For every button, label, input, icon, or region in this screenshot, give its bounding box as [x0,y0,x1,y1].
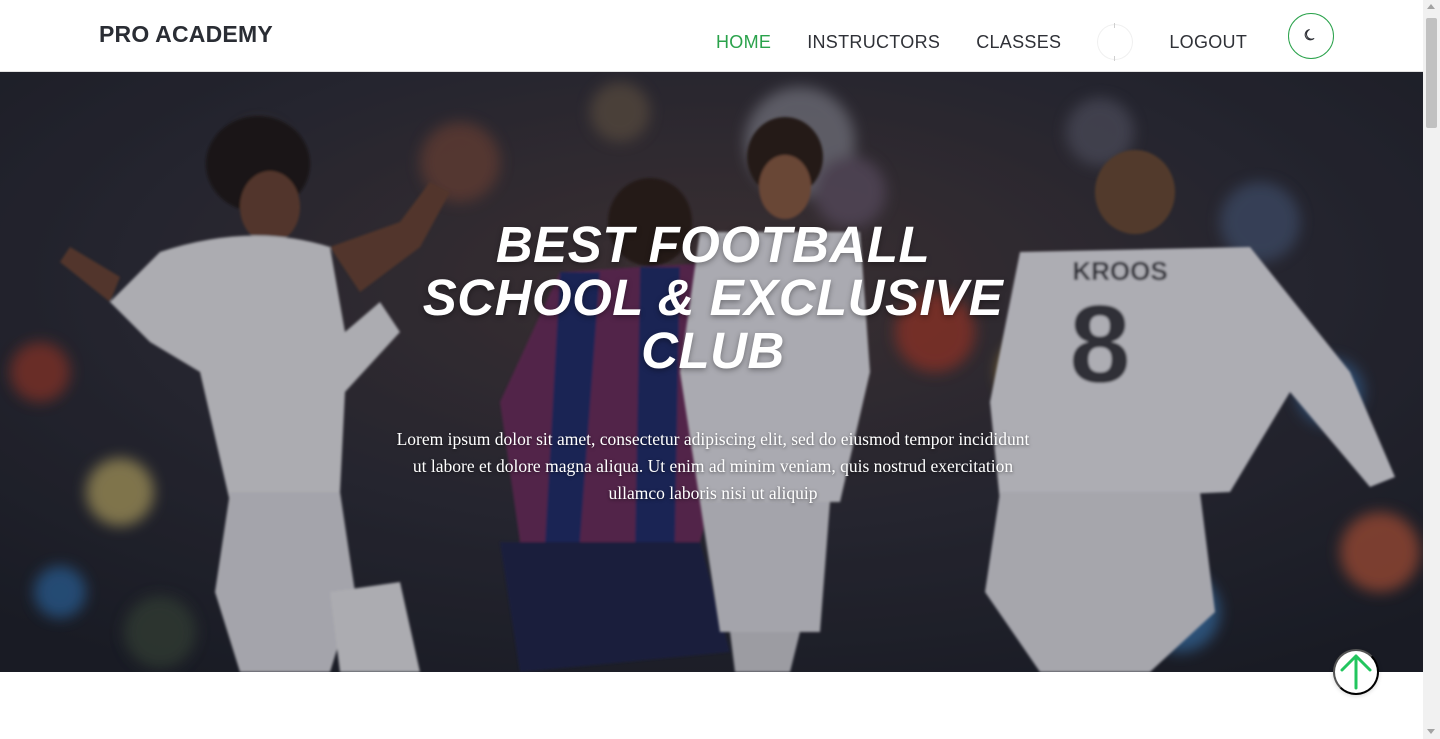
arrow-up-icon [1339,652,1373,693]
moon-icon [1303,27,1319,46]
hero-title-line-2: SCHOOL & EXCLUSIVE [422,269,1004,326]
scrollbar-thumb[interactable] [1426,18,1437,128]
nav-classes-link[interactable]: CLASSES [976,31,1061,53]
theme-toggle-button[interactable] [1288,13,1334,59]
hero-title-line-3: CLUB [641,322,785,379]
nav-logout-link[interactable]: LOGOUT [1169,31,1247,53]
vertical-scrollbar[interactable] [1423,0,1440,739]
hero-title-line-1: BEST FOOTBALL [495,216,931,273]
nav-instructors-link[interactable]: INSTRUCTORS [807,31,940,53]
brand-logo[interactable]: PRO ACADEMY [99,21,273,48]
hero-title: BEST FOOTBALL SCHOOL & EXCLUSIVE CLUB [380,218,1046,377]
user-avatar[interactable] [1097,23,1134,61]
nav-home-link[interactable]: HOME [716,31,771,53]
main-nav: HOME INSTRUCTORS CLASSES LOGOUT [716,23,1247,61]
hero-description: Lorem ipsum dolor sit amet, consectetur … [396,429,1030,503]
navbar: PRO ACADEMY HOME INSTRUCTORS CLASSES LOG… [0,0,1423,72]
hero-section: KROOS 8 BEST FOOTBALL SCHOOL & EXCLUSIVE… [0,72,1423,672]
page: PRO ACADEMY HOME INSTRUCTORS CLASSES LOG… [0,0,1423,739]
scroll-to-top-button[interactable] [1333,649,1379,695]
scroll-up-arrow-icon[interactable] [1427,4,1435,9]
scroll-down-arrow-icon[interactable] [1427,729,1435,734]
